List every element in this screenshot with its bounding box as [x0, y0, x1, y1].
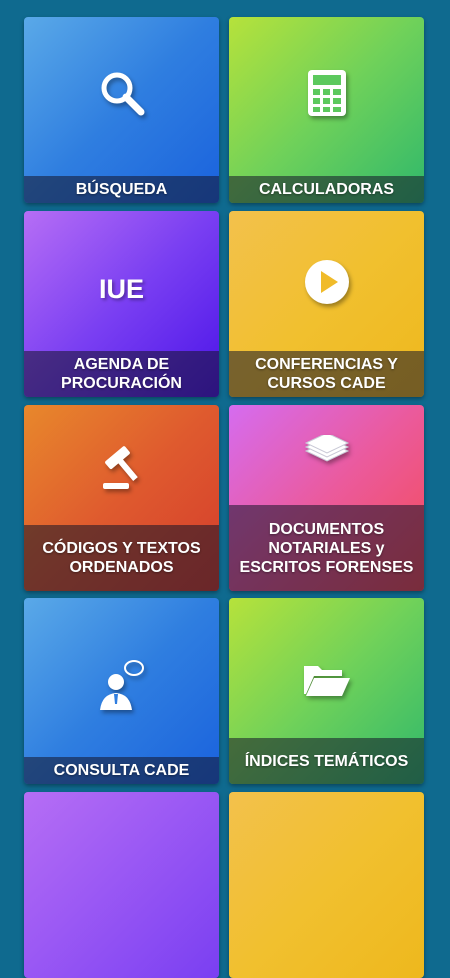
tile-label: CONFERENCIAS Y CURSOS CADE — [229, 351, 424, 397]
menu-grid: BÚSQUEDA CALCULADORAS IUE AGENDA DE PROC… — [0, 0, 450, 978]
tile-conferencias-cursos[interactable]: CONFERENCIAS Y CURSOS CADE — [229, 211, 424, 397]
tile-label: DOCUMENTOS NOTARIALES y ESCRITOS FORENSE… — [229, 505, 424, 591]
tile-label: CÓDIGOS Y TEXTOS ORDENADOS — [24, 525, 219, 591]
tile-partial-left[interactable] — [24, 792, 219, 978]
tile-consulta-cade[interactable]: CONSULTA CADE — [24, 598, 219, 784]
tile-label: CALCULADORAS — [229, 176, 424, 203]
tile-label: BÚSQUEDA — [24, 176, 219, 203]
tile-label: CONSULTA CADE — [24, 757, 219, 784]
tile-codigos-textos[interactable]: CÓDIGOS Y TEXTOS ORDENADOS — [24, 405, 219, 591]
tile-label: ÍNDICES TEMÁTICOS — [229, 738, 424, 784]
tile-indices-tematicos[interactable]: ÍNDICES TEMÁTICOS — [229, 598, 424, 784]
tile-documentos-notariales[interactable]: DOCUMENTOS NOTARIALES y ESCRITOS FORENSE… — [229, 405, 424, 591]
tile-agenda-procuracion[interactable]: IUE AGENDA DE PROCURACIÓN — [24, 211, 219, 397]
tile-partial-right[interactable] — [229, 792, 424, 978]
tile-busqueda[interactable]: BÚSQUEDA — [24, 17, 219, 203]
tile-calculadoras[interactable]: CALCULADORAS — [229, 17, 424, 203]
tile-label: AGENDA DE PROCURACIÓN — [24, 351, 219, 397]
